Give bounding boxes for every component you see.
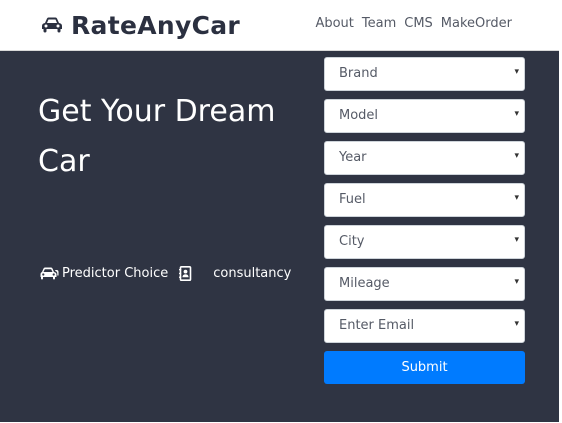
feature-list: Predictor Choice consultancy xyxy=(40,266,291,281)
brand-select[interactable]: Brand ▾ xyxy=(324,57,525,91)
nav-link-makeorder[interactable]: MakeOrder xyxy=(441,16,512,31)
car-icon xyxy=(41,16,63,34)
feature-consultancy: consultancy xyxy=(168,266,291,281)
mileage-select-value: Mileage xyxy=(339,276,390,291)
nav-link-cms[interactable]: CMS xyxy=(404,16,433,31)
mileage-select[interactable]: Mileage ▾ xyxy=(324,267,525,301)
search-form: Brand ▾ Model ▾ Year ▾ Fuel ▾ City ▾ Mil… xyxy=(324,57,525,384)
chevron-down-icon: ▾ xyxy=(514,151,519,161)
fuel-select-value: Fuel xyxy=(339,192,366,207)
city-select[interactable]: City ▾ xyxy=(324,225,525,259)
email-select[interactable]: Enter Email ▾ xyxy=(324,309,525,343)
nav-link-about[interactable]: About xyxy=(315,16,353,31)
city-select-value: City xyxy=(339,234,365,249)
chevron-down-icon: ▾ xyxy=(514,319,519,329)
fuel-select[interactable]: Fuel ▾ xyxy=(324,183,525,217)
nav-link-team[interactable]: Team xyxy=(362,16,396,31)
year-select[interactable]: Year ▾ xyxy=(324,141,525,175)
chevron-down-icon: ▾ xyxy=(514,235,519,245)
feature-predictor-choice: Predictor Choice xyxy=(40,266,168,281)
brand-name: RateAnyCar xyxy=(71,10,241,40)
email-select-value: Enter Email xyxy=(339,318,415,333)
feature-label-predictor-choice: Predictor Choice xyxy=(62,266,169,281)
hero-section: Get Your Dream Car Predictor Choice cons… xyxy=(0,51,559,422)
hero-title: Get Your Dream Car xyxy=(38,94,276,179)
brand-logo[interactable]: RateAnyCar xyxy=(41,9,240,41)
nav-links: About Team CMS MakeOrder xyxy=(315,16,512,31)
chevron-down-icon: ▾ xyxy=(514,193,519,203)
chevron-down-icon: ▾ xyxy=(514,109,519,119)
model-select-value: Model xyxy=(339,108,379,123)
feature-label-consultancy: consultancy xyxy=(213,266,292,281)
top-navbar: RateAnyCar About Team CMS MakeOrder xyxy=(0,0,559,51)
car-pair-icon xyxy=(40,266,59,281)
page: RateAnyCar About Team CMS MakeOrder Get … xyxy=(0,0,562,423)
submit-button[interactable]: Submit xyxy=(324,351,525,384)
chevron-down-icon: ▾ xyxy=(514,67,519,77)
model-select[interactable]: Model ▾ xyxy=(324,99,525,133)
brand-select-value: Brand xyxy=(339,66,378,81)
chevron-down-icon: ▾ xyxy=(514,277,519,287)
year-select-value: Year xyxy=(339,150,367,165)
contact-book-icon xyxy=(179,266,192,281)
